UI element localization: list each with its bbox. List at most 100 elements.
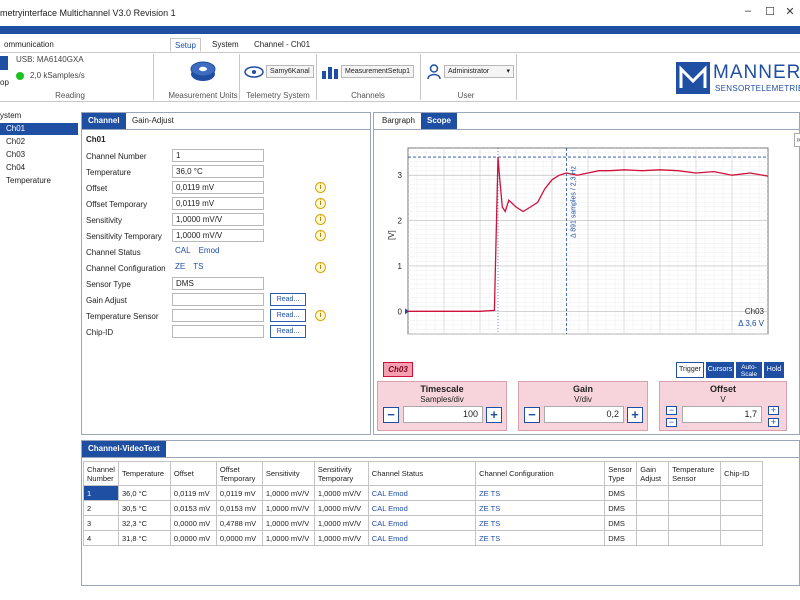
table-cell[interactable]: 1,0000 mV/V <box>261 485 315 501</box>
table-cell[interactable]: CAL Emod <box>367 485 477 501</box>
maximize-icon[interactable]: ☐ <box>762 5 778 18</box>
table-cell[interactable]: 0,0000 mV <box>169 530 217 546</box>
videotext-title[interactable]: Channel-VideoText <box>82 441 166 457</box>
table-cell[interactable]: ZE TS <box>475 500 606 516</box>
table-cell[interactable]: 32,3 °C <box>117 515 171 531</box>
table-cell[interactable]: CAL Emod <box>367 515 477 531</box>
table-cell[interactable] <box>636 500 670 516</box>
stop-icon[interactable] <box>0 56 8 70</box>
table-cell[interactable]: 4 <box>83 530 119 546</box>
column-header[interactable]: Temperature <box>117 461 171 486</box>
table-cell[interactable]: 30,5 °C <box>117 500 171 516</box>
table-cell[interactable]: 3 <box>83 515 119 531</box>
table-cell[interactable] <box>668 530 722 546</box>
hold-button[interactable]: Hold <box>764 362 784 378</box>
tree-item-temperature[interactable]: Temperature <box>0 175 78 187</box>
table-row[interactable]: 1 36,0 °C 0,0119 mV 0,0119 mV 1,0000 mV/V 1,0… <box>83 485 763 501</box>
table-cell[interactable]: 31,8 °C <box>117 530 171 546</box>
info-icon[interactable]: i <box>315 310 326 321</box>
table-cell[interactable]: 1,0000 mV/V <box>261 515 315 531</box>
tab-channel-details[interactable]: Channel <box>82 113 126 129</box>
table-cell[interactable]: CAL Emod <box>367 530 477 546</box>
info-icon[interactable]: i <box>315 214 326 225</box>
table-cell[interactable]: 1,0000 mV/V <box>313 530 369 546</box>
tab-channel[interactable]: Channel - Ch01 <box>250 38 314 52</box>
sensor-type-field[interactable]: DMS <box>172 277 264 290</box>
status-tag-emod[interactable]: Emod <box>199 246 220 255</box>
table-cell[interactable]: ZE TS <box>475 515 606 531</box>
table-cell[interactable] <box>636 515 670 531</box>
tab-scope[interactable]: Scope <box>421 113 458 129</box>
telemetry-system-select[interactable]: Samy6Kanal <box>266 65 314 78</box>
read-chip-id-button[interactable]: Read... <box>270 325 306 338</box>
timescale-increase-button[interactable]: + <box>486 407 502 423</box>
chip-id-field[interactable] <box>172 325 264 338</box>
table-cell[interactable]: 2 <box>83 500 119 516</box>
column-header[interactable]: Sensor Type <box>604 461 638 486</box>
table-cell[interactable]: DMS <box>604 500 638 516</box>
group-label-measurement-units[interactable]: Measurement Units <box>165 91 241 100</box>
table-cell[interactable] <box>668 485 722 501</box>
table-cell[interactable] <box>720 515 763 531</box>
tab-setup[interactable]: Setup <box>170 38 201 52</box>
temperature-field[interactable]: 36,0 °C <box>172 165 264 178</box>
tree-root[interactable]: ystem <box>0 110 78 122</box>
scope-chart[interactable]: 0 1 2 3 [V] Δ 891 samples / 2,3 Hz Ch03 Δ 3… <box>374 130 800 355</box>
column-header[interactable]: Chip-ID <box>720 461 763 486</box>
gain-decrease-button[interactable]: − <box>524 407 540 423</box>
table-cell[interactable]: ZE TS <box>475 530 606 546</box>
measurement-units-icon[interactable] <box>189 56 217 84</box>
gain-value[interactable]: 0,2 <box>544 406 624 423</box>
table-cell[interactable]: 1,0000 mV/V <box>261 500 315 516</box>
close-icon[interactable]: ✕ <box>782 5 798 18</box>
offset-decrease-button[interactable]: − <box>666 406 677 415</box>
stop-label[interactable]: op <box>0 78 9 87</box>
config-tag-ze[interactable]: ZE <box>175 262 185 271</box>
channel-badge[interactable]: Ch03 <box>383 362 413 377</box>
offset-temporary-field[interactable]: 0,0119 mV <box>172 197 264 210</box>
measurement-setup-select[interactable]: MeasurementSetup1 <box>341 65 414 78</box>
auto-scale-button[interactable]: Auto-Scale <box>736 362 762 378</box>
table-cell[interactable] <box>720 500 763 516</box>
table-cell[interactable] <box>720 485 763 501</box>
table-cell[interactable] <box>720 530 763 546</box>
sensitivity-temporary-field[interactable]: 1,0000 mV/V <box>172 229 264 242</box>
tree-item-ch01[interactable]: Ch01 <box>0 123 78 135</box>
info-icon[interactable]: i <box>315 182 326 193</box>
column-header[interactable]: Channel Configuration <box>475 461 606 486</box>
timescale-value[interactable]: 100 <box>403 406 483 423</box>
table-row[interactable]: 4 31,8 °C 0,0000 mV 0,0000 mV 1,0000 mV/V 1,0… <box>83 530 763 546</box>
sensitivity-field[interactable]: 1,0000 mV/V <box>172 213 264 226</box>
table-cell[interactable]: 0,0153 mV <box>215 500 263 516</box>
table-cell[interactable]: 0,4788 mV <box>215 515 263 531</box>
minimize-icon[interactable]: – <box>740 5 756 17</box>
info-icon[interactable]: i <box>315 262 326 273</box>
table-cell[interactable]: 0,0153 mV <box>169 500 217 516</box>
table-cell[interactable]: 0,0119 mV <box>169 485 217 501</box>
read-temperature-sensor-button[interactable]: Read... <box>270 309 306 322</box>
table-cell[interactable] <box>668 515 722 531</box>
tab-bargraph[interactable]: Bargraph <box>376 113 421 129</box>
table-cell[interactable]: 0,0119 mV <box>215 485 263 501</box>
cursors-button[interactable]: Cursors <box>706 362 734 378</box>
table-cell[interactable]: 1 <box>83 485 119 501</box>
table-cell[interactable]: DMS <box>604 530 638 546</box>
column-header[interactable]: Sensitivity Temporary <box>313 461 369 486</box>
table-cell[interactable]: 1,0000 mV/V <box>313 515 369 531</box>
config-tag-ts[interactable]: TS <box>193 262 203 271</box>
status-tag-cal[interactable]: CAL <box>175 246 191 255</box>
tree-item-ch04[interactable]: Ch04 <box>0 162 78 174</box>
offset-fine-decrease-button[interactable]: − <box>666 418 677 427</box>
gain-adjust-field[interactable] <box>172 293 264 306</box>
table-cell[interactable]: 1,0000 mV/V <box>313 485 369 501</box>
read-gain-adjust-button[interactable]: Read... <box>270 293 306 306</box>
tree-item-ch03[interactable]: Ch03 <box>0 149 78 161</box>
tab-gain-adjust[interactable]: Gain-Adjust <box>126 113 180 129</box>
timescale-decrease-button[interactable]: − <box>383 407 399 423</box>
trigger-button[interactable]: Trigger <box>676 362 704 378</box>
tree-item-ch02[interactable]: Ch02 <box>0 136 78 148</box>
offset-fine-increase-button[interactable]: + <box>768 418 779 427</box>
offset-increase-button[interactable]: + <box>768 406 779 415</box>
column-header[interactable]: Temperature Sensor <box>668 461 722 486</box>
column-header[interactable]: Channel Status <box>367 461 477 486</box>
